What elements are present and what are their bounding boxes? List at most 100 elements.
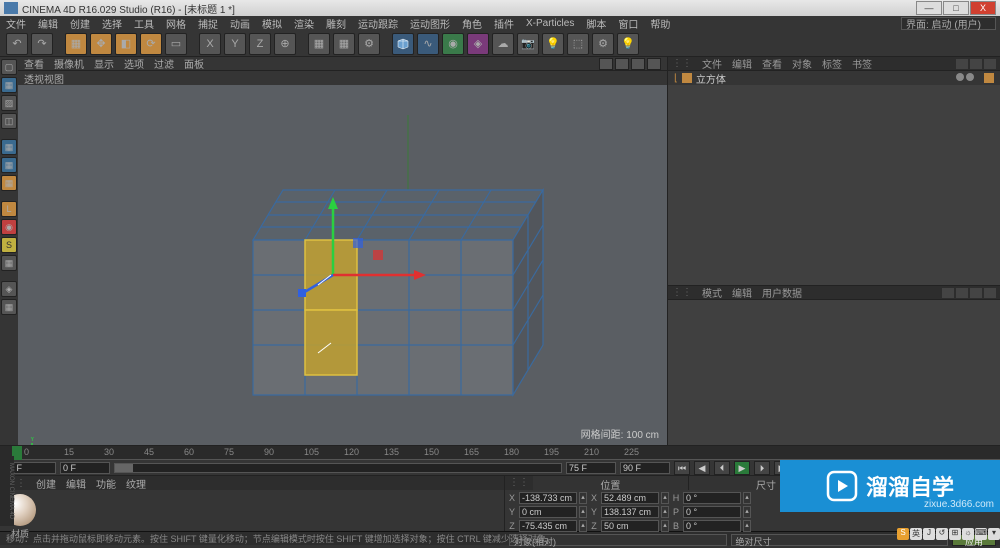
move-tool[interactable]: ✥ — [90, 33, 112, 55]
obj-tab-tags[interactable]: 标签 — [822, 56, 842, 71]
obj-tab-edit[interactable]: 编辑 — [732, 56, 752, 71]
menu-sculpt[interactable]: 雕刻 — [326, 16, 346, 31]
menu-tools[interactable]: 工具 — [134, 16, 154, 31]
minimize-button[interactable]: — — [916, 1, 942, 15]
tray-icon[interactable]: 英 — [910, 528, 922, 540]
workplane-mode[interactable]: ◫ — [1, 113, 17, 129]
layout-dropdown[interactable]: 界面: 启动 (用户) — [901, 17, 996, 30]
attr-nav-back[interactable] — [942, 288, 954, 298]
mat-tab-edit[interactable]: 编辑 — [66, 476, 86, 491]
rotate-tool[interactable]: ⟳ — [140, 33, 162, 55]
attribute-manager-body[interactable] — [668, 300, 1000, 445]
point-mode[interactable]: ▦ — [1, 139, 17, 155]
h-rot-field[interactable]: 0 ° — [683, 492, 741, 504]
vp-menu-filter[interactable]: 过滤 — [154, 56, 174, 71]
menu-mograph[interactable]: 运动图形 — [410, 16, 450, 31]
y-size-field[interactable]: 138.137 cm — [601, 506, 659, 518]
maximize-button[interactable]: □ — [943, 1, 969, 15]
light[interactable]: 💡 — [542, 33, 564, 55]
redo-button[interactable]: ↷ — [31, 33, 53, 55]
lock-workplane[interactable]: ▦ — [1, 299, 17, 315]
obj-tab-bookmarks[interactable]: 书签 — [852, 56, 872, 71]
vp-nav-3[interactable] — [631, 58, 645, 70]
generator[interactable]: ◉ — [442, 33, 464, 55]
polygon-mode[interactable]: ▦ — [1, 175, 17, 191]
extra2[interactable]: ⚙ — [592, 33, 614, 55]
attr-nav-fwd[interactable] — [956, 288, 968, 298]
prev-key-button[interactable]: ⏴ — [714, 461, 730, 475]
menu-edit[interactable]: 编辑 — [38, 16, 58, 31]
z-pos-field[interactable]: -75.435 cm — [519, 520, 577, 532]
menu-simulate[interactable]: 模拟 — [262, 16, 282, 31]
last-tool[interactable]: ▭ — [165, 33, 187, 55]
menu-select[interactable]: 选择 — [102, 16, 122, 31]
object-row[interactable]: ⌊ 立方体 — [668, 71, 1000, 85]
x-size-field[interactable]: 52.489 cm — [601, 492, 659, 504]
menu-script[interactable]: 脚本 — [586, 16, 606, 31]
render-dot[interactable] — [966, 73, 974, 81]
goto-start-button[interactable]: ⏮ — [674, 461, 690, 475]
menu-create[interactable]: 创建 — [70, 16, 90, 31]
camera[interactable]: 📷 — [517, 33, 539, 55]
tray-icon[interactable]: S — [897, 528, 909, 540]
vp-menu-view[interactable]: 查看 — [24, 56, 44, 71]
menu-help[interactable]: 帮助 — [650, 16, 670, 31]
mat-tab-texture[interactable]: 纹理 — [126, 476, 146, 491]
timeline-range-slider[interactable] — [114, 463, 562, 473]
y-pos-field[interactable]: 0 cm — [519, 506, 577, 518]
cube-primitive[interactable] — [392, 33, 414, 55]
spline-primitive[interactable]: ∿ — [417, 33, 439, 55]
timeline-current-field[interactable]: 0 F — [60, 462, 110, 474]
texture-mode[interactable]: ▨ — [1, 95, 17, 111]
attr-lock-icon[interactable] — [970, 288, 982, 298]
eye-icon[interactable] — [970, 59, 982, 69]
model-mode[interactable]: ▦ — [1, 77, 17, 93]
menu-motion-tracker[interactable]: 运动跟踪 — [358, 16, 398, 31]
obj-tab-objects[interactable]: 对象 — [792, 56, 812, 71]
extra3[interactable]: 💡 — [617, 33, 639, 55]
workplane[interactable]: ◈ — [1, 281, 17, 297]
tray-icon[interactable]: ⌨ — [975, 528, 987, 540]
p-rot-field[interactable]: 0 ° — [683, 506, 741, 518]
render-settings[interactable]: ⚙ — [358, 33, 380, 55]
tray-icon[interactable]: ⊞ — [949, 528, 961, 540]
z-size-field[interactable]: 50 cm — [601, 520, 659, 532]
vp-menu-options[interactable]: 选项 — [124, 56, 144, 71]
vp-nav-2[interactable] — [615, 58, 629, 70]
menu-animate[interactable]: 动画 — [230, 16, 250, 31]
tray-icon[interactable]: ☼ — [962, 528, 974, 540]
undo-button[interactable]: ↶ — [6, 33, 28, 55]
vp-menu-camera[interactable]: 摄像机 — [54, 56, 84, 71]
polygon-tag-icon[interactable] — [984, 73, 994, 83]
attr-tab-mode[interactable]: 模式 — [702, 285, 722, 300]
vp-nav-1[interactable] — [599, 58, 613, 70]
obj-tab-file[interactable]: 文件 — [702, 56, 722, 71]
z-axis-lock[interactable]: Z — [249, 33, 271, 55]
coord-system[interactable]: ⊕ — [274, 33, 296, 55]
attr-tab-edit[interactable]: 编辑 — [732, 285, 752, 300]
vp-menu-panel[interactable]: 面板 — [184, 56, 204, 71]
menu-snap[interactable]: 捕捉 — [198, 16, 218, 31]
timeline-end-field[interactable]: 90 F — [620, 462, 670, 474]
filter-icon[interactable] — [984, 59, 996, 69]
timeline-preview-field[interactable]: 75 F — [566, 462, 616, 474]
select-tool[interactable]: ▦ — [65, 33, 87, 55]
menu-render[interactable]: 渲染 — [294, 16, 314, 31]
render-view[interactable]: ▦ — [308, 33, 330, 55]
menu-mesh[interactable]: 网格 — [166, 16, 186, 31]
snap-settings[interactable]: ▦ — [1, 255, 17, 271]
extra1[interactable]: ⬚ — [567, 33, 589, 55]
mat-tab-create[interactable]: 创建 — [36, 476, 56, 491]
menu-file[interactable]: 文件 — [6, 16, 26, 31]
search-icon[interactable] — [956, 59, 968, 69]
scale-tool[interactable]: ◧ — [115, 33, 137, 55]
vp-nav-4[interactable] — [647, 58, 661, 70]
menu-xparticles[interactable]: X-Particles — [526, 18, 574, 29]
step-back-button[interactable]: ◀ — [694, 461, 710, 475]
tray-icon[interactable]: J — [923, 528, 935, 540]
perspective-viewport[interactable]: 网格间距: 100 cm YX — [18, 85, 667, 445]
attr-menu-icon[interactable] — [984, 288, 996, 298]
play-button[interactable]: ▶ — [734, 461, 750, 475]
menu-plugins[interactable]: 插件 — [494, 16, 514, 31]
timeline-ruler[interactable]: 0 15 30 45 60 75 90 105 120 135 150 165 … — [0, 446, 1000, 460]
